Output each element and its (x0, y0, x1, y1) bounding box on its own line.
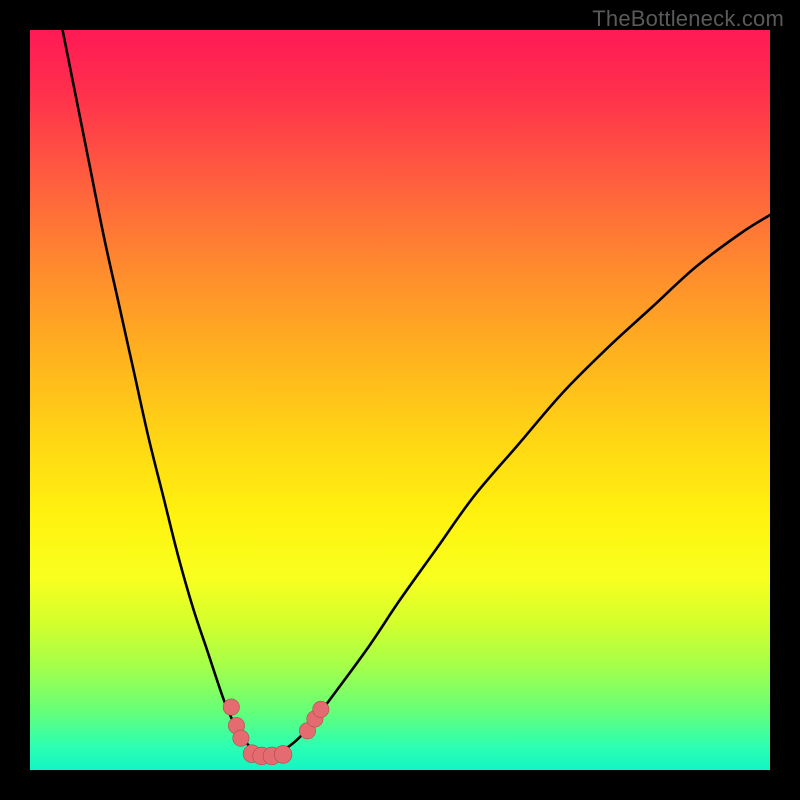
data-marker (223, 699, 239, 715)
data-marker (313, 701, 329, 717)
curve-left-branch (60, 15, 260, 755)
data-marker (233, 730, 249, 746)
data-marker (274, 746, 292, 764)
plot-area (30, 30, 770, 770)
marker-group (223, 699, 329, 765)
outer-frame: TheBottleneck.com (0, 0, 800, 800)
chart-svg (30, 30, 770, 770)
curve-right-branch (259, 215, 770, 755)
watermark-text: TheBottleneck.com (592, 6, 784, 32)
curve-group (60, 15, 770, 755)
